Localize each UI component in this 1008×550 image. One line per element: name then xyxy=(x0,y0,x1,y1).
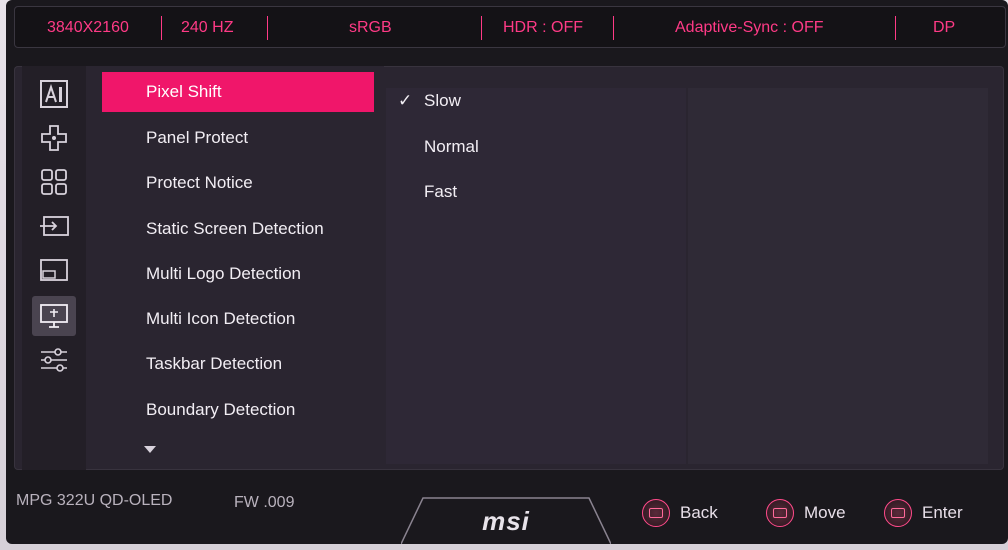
msi-logo: msi xyxy=(401,496,611,544)
adaptive-sync-status: Adaptive-Sync : OFF xyxy=(675,19,824,36)
color-mode-status: sRGB xyxy=(349,19,392,36)
option-label: Fast xyxy=(424,182,458,201)
detail-panel xyxy=(688,88,988,464)
checkmark-icon: ✓ xyxy=(398,91,413,110)
refresh-rate-status: 240 HZ xyxy=(181,19,234,36)
osd-panel: Pixel Shift Panel Protect Protect Notice… xyxy=(14,66,1004,470)
option-label: Slow xyxy=(424,91,461,110)
option-fast[interactable]: Fast xyxy=(424,177,457,207)
input-status: DP xyxy=(933,19,956,36)
menu-item-boundary-detection[interactable]: Boundary Detection xyxy=(102,390,374,430)
model-name: MPG 322U QD-OLED xyxy=(16,492,173,509)
menu-item-panel-protect[interactable]: Panel Protect xyxy=(102,118,374,158)
resolution-status: 3840X2160 xyxy=(47,19,129,36)
brand-text: msi xyxy=(482,506,530,536)
menu-item-multi-logo-detection[interactable]: Multi Logo Detection xyxy=(102,254,374,294)
status-separator xyxy=(161,16,162,40)
pip-icon[interactable] xyxy=(32,250,76,290)
move-label: Move xyxy=(804,503,846,522)
back-label: Back xyxy=(680,503,718,522)
nav-icon-bar xyxy=(22,66,86,470)
enter-hint[interactable]: Enter xyxy=(884,498,963,528)
menu-item-protect-notice[interactable]: Protect Notice xyxy=(102,163,374,203)
enter-label: Enter xyxy=(922,503,963,522)
menu-item-taskbar-detection[interactable]: Taskbar Detection xyxy=(102,344,374,384)
joystick-back-icon xyxy=(642,499,670,527)
status-bar: 3840X2160 240 HZ sRGB HDR : OFF Adaptive… xyxy=(14,6,1006,48)
menu-item-static-screen-detection[interactable]: Static Screen Detection xyxy=(102,209,374,249)
menu-item-multi-icon-detection[interactable]: Multi Icon Detection xyxy=(102,299,374,339)
joystick-enter-icon xyxy=(884,499,912,527)
status-separator xyxy=(895,16,896,40)
settings-sliders-icon[interactable] xyxy=(32,340,76,380)
ai-icon[interactable] xyxy=(32,74,76,114)
option-normal[interactable]: Normal xyxy=(424,132,479,162)
gamepad-icon[interactable] xyxy=(32,118,76,158)
oled-care-icon[interactable] xyxy=(32,296,76,336)
footer-bar: MPG 322U QD-OLED FW .009 msi Back Move E… xyxy=(6,476,1008,544)
status-separator xyxy=(613,16,614,40)
back-hint[interactable]: Back xyxy=(642,498,718,528)
firmware-version: FW .009 xyxy=(234,494,295,511)
option-slow[interactable]: ✓ Slow xyxy=(398,86,461,116)
hdr-status: HDR : OFF xyxy=(503,19,583,36)
menu-item-pixel-shift[interactable]: Pixel Shift xyxy=(102,72,374,112)
option-label: Normal xyxy=(424,137,479,156)
joystick-move-icon xyxy=(766,499,794,527)
move-hint[interactable]: Move xyxy=(766,498,846,528)
status-separator xyxy=(267,16,268,40)
options-list: ✓ Slow Normal Fast xyxy=(386,88,686,464)
apps-grid-icon[interactable] xyxy=(32,162,76,202)
scroll-down-arrow-icon[interactable] xyxy=(144,446,156,453)
input-source-icon[interactable] xyxy=(32,206,76,246)
status-separator xyxy=(481,16,482,40)
submenu-list: Pixel Shift Panel Protect Protect Notice… xyxy=(86,66,384,456)
